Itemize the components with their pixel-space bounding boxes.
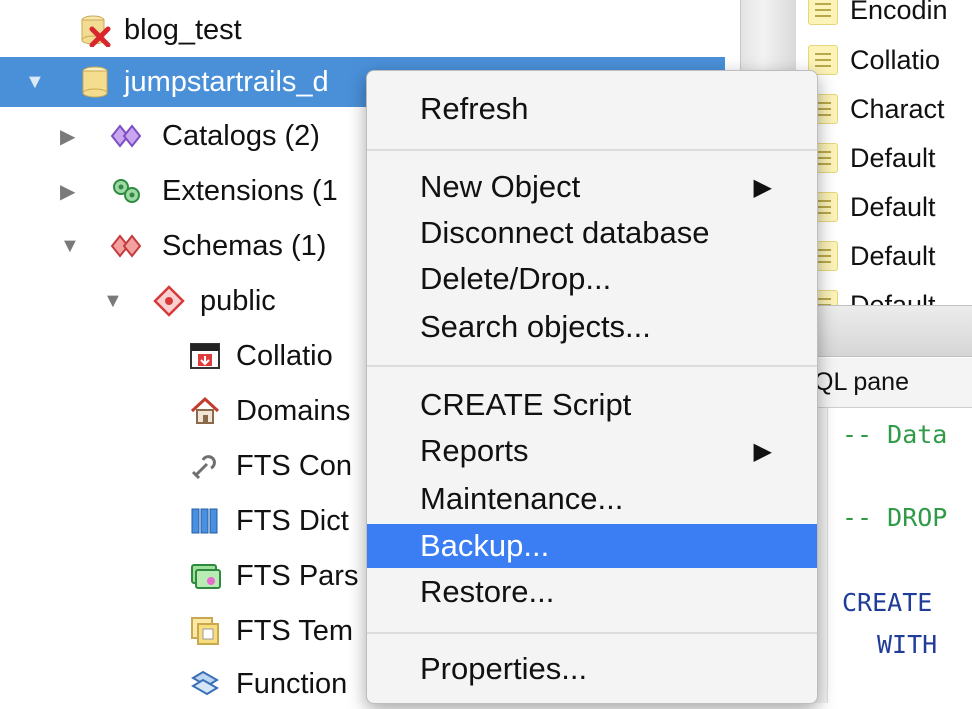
menu-item-label: Maintenance... bbox=[420, 481, 624, 516]
menu-separator bbox=[367, 149, 817, 151]
sql-pane-title: QL pane bbox=[796, 358, 972, 408]
chevron-down-icon[interactable]: ▼ bbox=[103, 290, 123, 313]
menu-item-reports[interactable]: Reports ▶ bbox=[367, 429, 817, 473]
collations-icon bbox=[188, 339, 222, 373]
menu-separator bbox=[367, 365, 817, 367]
property-row[interactable]: Default bbox=[808, 232, 936, 280]
fts-parsers-icon bbox=[188, 559, 222, 593]
property-row[interactable]: Default bbox=[808, 281, 936, 305]
menu-item-disconnect-database[interactable]: Disconnect database bbox=[367, 211, 817, 255]
menu-item-label: Properties... bbox=[420, 651, 588, 686]
chevron-right-icon[interactable]: ▶ bbox=[60, 179, 75, 204]
property-row[interactable]: Encodin bbox=[808, 0, 948, 34]
tree-item-label: public bbox=[200, 284, 276, 317]
fts-configurations-icon bbox=[188, 449, 222, 483]
schemas-icon bbox=[110, 229, 144, 263]
menu-item-label: Delete/Drop... bbox=[420, 261, 612, 296]
tree-item-label: jumpstartrails_d bbox=[124, 65, 329, 98]
tree-item-blog-test[interactable]: blog_test bbox=[0, 5, 700, 55]
menu-item-search-objects[interactable]: Search objects... bbox=[367, 305, 817, 349]
chevron-right-icon[interactable]: ▶ bbox=[60, 124, 75, 149]
menu-item-restore[interactable]: Restore... bbox=[367, 570, 817, 614]
property-label: Default bbox=[850, 289, 936, 306]
menu-item-delete-drop[interactable]: Delete/Drop... bbox=[367, 257, 817, 301]
menu-item-label: New Object bbox=[420, 169, 581, 204]
menu-item-label: Search objects... bbox=[420, 309, 651, 344]
tree-item-label: Domains bbox=[236, 394, 351, 427]
property-label: Charact bbox=[850, 93, 945, 124]
sql-pane[interactable]: -- Data -- DROP CREATE WITH bbox=[796, 408, 972, 703]
tree-item-label: FTS Dict bbox=[236, 504, 349, 537]
menu-item-label: Disconnect database bbox=[420, 215, 710, 250]
catalogs-icon bbox=[110, 119, 144, 153]
database-error-icon bbox=[78, 13, 112, 47]
properties-panel: Encodin Collatio Charact Default Default… bbox=[796, 0, 972, 305]
tree-item-label: FTS Con bbox=[236, 449, 353, 482]
sql-line: -- Data bbox=[842, 420, 948, 449]
sql-line: CREATE bbox=[842, 588, 933, 617]
submenu-arrow-icon: ▶ bbox=[753, 173, 772, 201]
extensions-icon bbox=[110, 174, 144, 208]
property-icon bbox=[808, 0, 838, 25]
menu-item-label: Restore... bbox=[420, 574, 555, 609]
menu-item-label: Backup... bbox=[420, 528, 550, 563]
database-icon bbox=[78, 65, 112, 99]
menu-item-create-script[interactable]: CREATE Script bbox=[367, 383, 817, 427]
tree-item-label: Extensions (1 bbox=[162, 174, 338, 207]
tree-item-label: Catalogs (2) bbox=[162, 119, 320, 152]
menu-item-maintenance[interactable]: Maintenance... bbox=[367, 477, 817, 521]
domains-icon bbox=[188, 394, 222, 428]
tree-item-label: Collatio bbox=[236, 339, 333, 372]
property-row[interactable]: Collatio bbox=[808, 36, 940, 84]
property-label: Default bbox=[850, 240, 936, 271]
functions-icon bbox=[188, 667, 222, 701]
sql-line: WITH bbox=[877, 630, 938, 659]
chevron-down-icon[interactable]: ▼ bbox=[25, 71, 45, 94]
menu-item-label: Reports bbox=[420, 433, 529, 468]
chevron-down-icon[interactable]: ▼ bbox=[60, 235, 80, 258]
menu-item-label: CREATE Script bbox=[420, 387, 632, 422]
tree-item-label: blog_test bbox=[124, 13, 242, 46]
tree-item-label: Function bbox=[236, 667, 348, 700]
menu-item-label: Refresh bbox=[420, 91, 529, 126]
menu-item-properties[interactable]: Properties... bbox=[367, 647, 817, 691]
tree-item-label: FTS Tem bbox=[236, 614, 354, 647]
menu-separator bbox=[367, 632, 817, 634]
property-label: Default bbox=[850, 142, 936, 173]
tree-item-label: Schemas (1) bbox=[162, 229, 327, 262]
menu-item-new-object[interactable]: New Object ▶ bbox=[367, 165, 817, 209]
fts-dictionaries-icon bbox=[188, 504, 222, 538]
fts-templates-icon bbox=[188, 614, 222, 648]
tree-item-label: FTS Pars bbox=[236, 559, 359, 592]
menu-item-refresh[interactable]: Refresh bbox=[367, 87, 817, 131]
property-label: Collatio bbox=[850, 44, 941, 75]
pane-splitter-horizontal[interactable] bbox=[796, 305, 972, 357]
schema-public-icon bbox=[152, 284, 186, 318]
sql-line: -- DROP bbox=[842, 503, 948, 532]
property-label: Default bbox=[850, 191, 936, 222]
property-row[interactable]: Default bbox=[808, 183, 936, 231]
property-label: Encodin bbox=[850, 0, 948, 25]
menu-item-backup[interactable]: Backup... bbox=[367, 524, 817, 568]
property-row[interactable]: Default bbox=[808, 134, 936, 182]
property-row[interactable]: Charact bbox=[808, 85, 945, 133]
submenu-arrow-icon: ▶ bbox=[753, 437, 772, 465]
context-menu: Refresh New Object ▶ Disconnect database… bbox=[366, 70, 818, 704]
